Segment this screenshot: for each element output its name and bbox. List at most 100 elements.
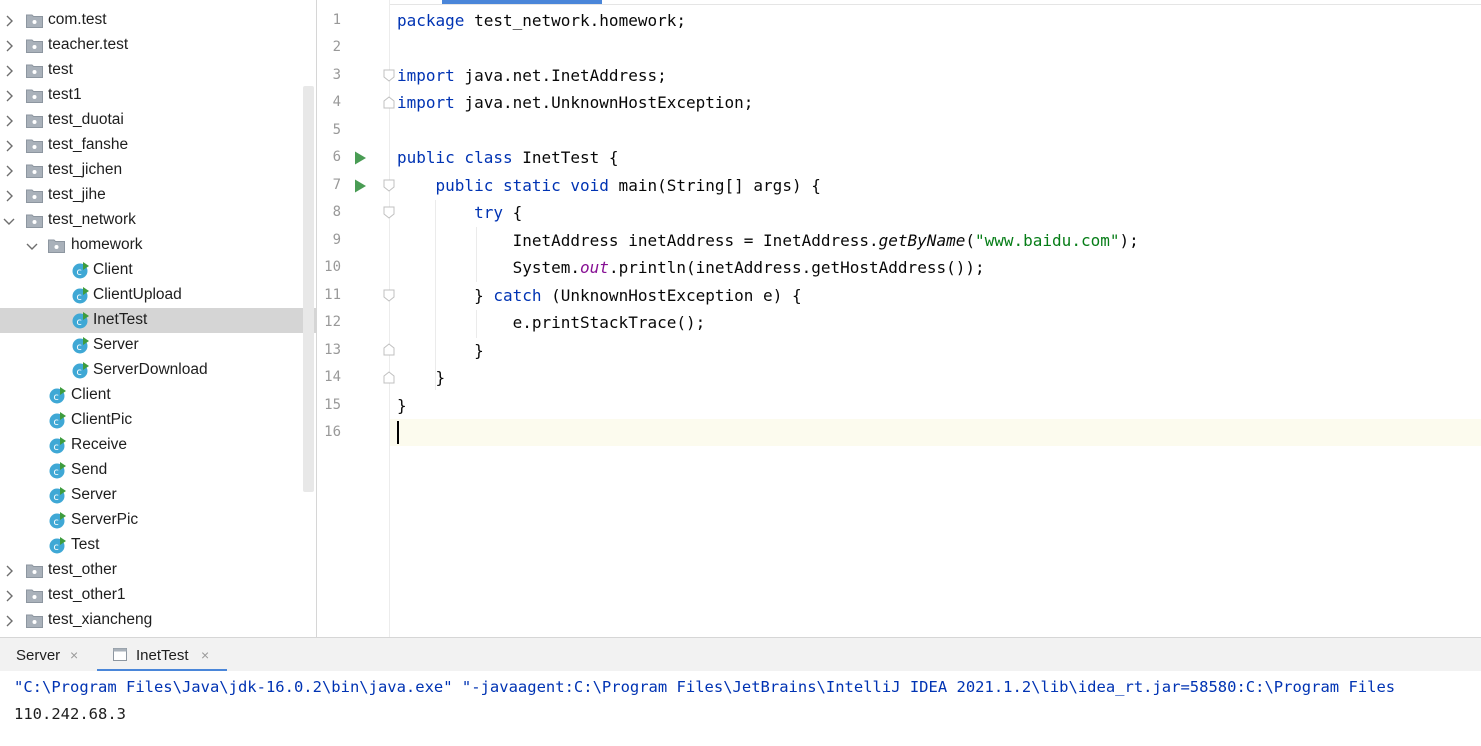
tree-item-client[interactable]: c Client	[0, 383, 316, 408]
package-folder-icon	[26, 13, 43, 28]
line-number: 9	[332, 232, 341, 248]
close-icon[interactable]: ×	[70, 647, 78, 663]
package-folder-icon	[48, 238, 65, 253]
tree-item-test-network[interactable]: test_network	[0, 208, 316, 233]
line-number: 2	[332, 39, 341, 55]
tree-item-serverpic[interactable]: c ServerPic	[0, 508, 316, 533]
run-tab-server[interactable]: Server ×	[0, 638, 90, 672]
tree-item-serverdownload[interactable]: c ServerDownload	[0, 358, 316, 383]
code-line-7: public static void main(String[] args) {	[435, 176, 821, 195]
line-number: 16	[324, 424, 341, 440]
line-number: 12	[324, 314, 341, 330]
chevron-right-icon[interactable]	[3, 190, 15, 202]
tree-item-homework[interactable]: homework	[0, 233, 316, 258]
svg-text:c: c	[53, 392, 59, 403]
run-tab-inettest[interactable]: InetTest ×	[97, 638, 227, 672]
tree-item-server[interactable]: c Server	[0, 483, 316, 508]
fold-end-icon[interactable]	[383, 96, 395, 109]
package-folder-icon	[26, 163, 43, 178]
tree-item-test-jichen[interactable]: test_jichen	[0, 158, 316, 183]
tree-item-client[interactable]: c Client	[0, 258, 316, 283]
tree-item-test-other[interactable]: test_other	[0, 558, 316, 583]
code-line-4: import java.net.UnknownHostException;	[397, 93, 754, 112]
tree-item-inettest[interactable]: c InetTest	[0, 308, 316, 333]
line-number: 4	[332, 94, 341, 110]
tree-item-clientupload[interactable]: c ClientUpload	[0, 283, 316, 308]
project-tree: com.test teacher.test test test1 test_du…	[0, 0, 317, 637]
class-icon: c	[48, 511, 67, 530]
line-number: 1	[332, 12, 341, 28]
chevron-right-icon[interactable]	[3, 615, 15, 627]
tree-item-server[interactable]: c Server	[0, 333, 316, 358]
chevron-right-icon[interactable]	[3, 90, 15, 102]
package-folder-icon	[26, 588, 43, 603]
class-icon: c	[71, 261, 90, 280]
svg-text:c: c	[53, 467, 59, 478]
run-console[interactable]: "C:\Program Files\Java\jdk-16.0.2\bin\ja…	[0, 671, 1481, 746]
run-class-icon[interactable]	[354, 151, 367, 165]
code-line-11: } catch (UnknownHostException e) {	[474, 286, 802, 305]
class-icon: c	[48, 436, 67, 455]
run-tool-window-tabs: Server × InetTest ×	[0, 637, 1481, 672]
tree-item-test-other1[interactable]: test_other1	[0, 583, 316, 608]
tree-item-clientpic[interactable]: c ClientPic	[0, 408, 316, 433]
line-number: 7	[332, 177, 341, 193]
tree-item-send[interactable]: c Send	[0, 458, 316, 483]
tree-item-test-jihe[interactable]: test_jihe	[0, 183, 316, 208]
class-icon: c	[71, 336, 90, 355]
tree-item-test-xiancheng[interactable]: test_xiancheng	[0, 608, 316, 633]
fold-start-icon[interactable]	[383, 179, 395, 192]
line-number: 11	[324, 287, 341, 303]
class-icon: c	[71, 286, 90, 305]
class-icon: c	[48, 486, 67, 505]
code-line-15: }	[397, 396, 407, 415]
fold-start-icon[interactable]	[383, 289, 395, 302]
svg-text:c: c	[53, 542, 59, 553]
close-icon[interactable]: ×	[201, 647, 209, 663]
package-folder-icon	[26, 88, 43, 103]
chevron-right-icon[interactable]	[3, 65, 15, 77]
chevron-down-icon[interactable]	[26, 240, 38, 252]
package-folder-icon	[26, 38, 43, 53]
svg-text:c: c	[76, 317, 82, 328]
chevron-right-icon[interactable]	[3, 565, 15, 577]
console-icon	[113, 648, 127, 665]
code-editor[interactable]: 1 2 3 4 5 6 7 8 9 10 11 12 13 14 15 16 p…	[317, 0, 1481, 637]
chevron-right-icon[interactable]	[3, 140, 15, 152]
chevron-right-icon[interactable]	[3, 40, 15, 52]
fold-start-icon[interactable]	[383, 206, 395, 219]
fold-end-icon[interactable]	[383, 371, 395, 384]
package-folder-icon	[26, 613, 43, 628]
tree-item-receive[interactable]: c Receive	[0, 433, 316, 458]
chevron-right-icon[interactable]	[3, 115, 15, 127]
class-icon: c	[71, 311, 90, 330]
chevron-right-icon[interactable]	[3, 590, 15, 602]
tree-item-test[interactable]: test	[0, 58, 316, 83]
tree-item-test1[interactable]: test1	[0, 83, 316, 108]
tree-item-com-test[interactable]: com.test	[0, 8, 316, 33]
fold-start-icon[interactable]	[383, 69, 395, 82]
svg-text:c: c	[53, 417, 59, 428]
class-icon: c	[71, 361, 90, 380]
fold-end-icon[interactable]	[383, 343, 395, 356]
svg-text:c: c	[76, 367, 82, 378]
tree-scrollbar[interactable]	[303, 86, 314, 492]
svg-text:c: c	[76, 267, 82, 278]
tree-item-test-fanshe[interactable]: test_fanshe	[0, 133, 316, 158]
chevron-down-icon[interactable]	[3, 215, 15, 227]
line-number: 10	[324, 259, 341, 275]
line-number: 8	[332, 204, 341, 220]
tree-item-teacher-test[interactable]: teacher.test	[0, 33, 316, 58]
class-icon: c	[48, 461, 67, 480]
line-number: 15	[324, 397, 341, 413]
tree-item-test[interactable]: c Test	[0, 533, 316, 558]
chevron-right-icon[interactable]	[3, 15, 15, 27]
chevron-right-icon[interactable]	[3, 165, 15, 177]
class-icon: c	[48, 536, 67, 555]
package-folder-icon	[26, 138, 43, 153]
run-main-icon[interactable]	[354, 179, 367, 193]
svg-text:c: c	[76, 292, 82, 303]
line-number: 3	[332, 67, 341, 83]
tree-item-test-duotai[interactable]: test_duotai	[0, 108, 316, 133]
console-output-line: 110.242.68.3	[14, 705, 126, 723]
